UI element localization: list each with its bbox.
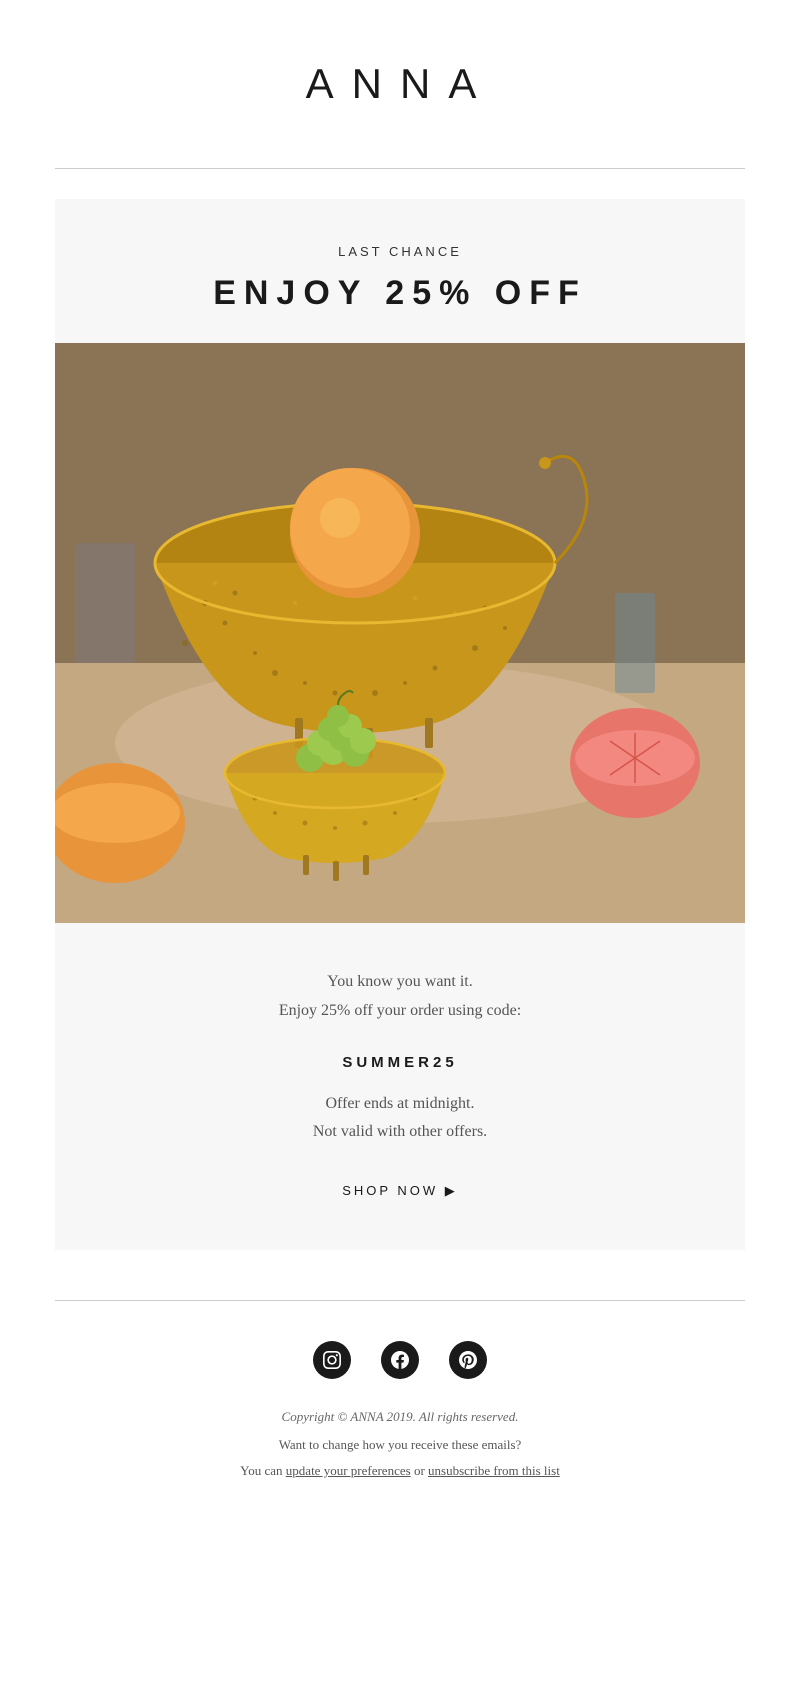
email-wrapper: ANNA LAST CHANCE ENJOY 25% OFF [0, 0, 800, 1529]
header: ANNA [0, 0, 800, 138]
logo: ANNA [40, 60, 760, 108]
promo-code: SUMMER25 [55, 1054, 745, 1072]
main-card: LAST CHANCE ENJOY 25% OFF [55, 199, 745, 1250]
pinterest-icon[interactable] [449, 1341, 487, 1379]
footer-manage-text: Want to change how you receive these ema… [40, 1437, 760, 1453]
offer-line2: Not valid with other offers. [115, 1118, 685, 1147]
footer-links-prefix: You can [240, 1463, 282, 1478]
body-text: You know you want it. Enjoy 25% off your… [55, 923, 745, 1036]
footer-links-connector: or [414, 1463, 428, 1478]
hero-image [55, 343, 745, 923]
footer-copyright: Copyright © ANNA 2019. All rights reserv… [40, 1409, 760, 1425]
offer-line1: Offer ends at midnight. [115, 1090, 685, 1119]
shop-now-link[interactable]: SHOP NOW ▶ [342, 1183, 458, 1198]
promo-code-value: SUMMER25 [342, 1054, 457, 1071]
offer-text: Offer ends at midnight. Not valid with o… [55, 1090, 745, 1148]
header-divider [55, 168, 745, 169]
social-icons [40, 1341, 760, 1379]
main-headline: ENJOY 25% OFF [55, 274, 745, 313]
footer-links: You can update your preferences or unsub… [40, 1463, 760, 1479]
body-line2: Enjoy 25% off your order using code: [115, 997, 685, 1026]
body-line1: You know you want it. [115, 968, 685, 997]
shop-now-button[interactable]: SHOP NOW ▶ [55, 1182, 745, 1200]
facebook-icon[interactable] [381, 1341, 419, 1379]
instagram-icon[interactable] [313, 1341, 351, 1379]
update-preferences-link[interactable]: update your preferences [286, 1463, 411, 1478]
badge-text: LAST CHANCE [55, 199, 745, 274]
unsubscribe-link[interactable]: unsubscribe from this list [428, 1463, 560, 1478]
footer: Copyright © ANNA 2019. All rights reserv… [0, 1301, 800, 1529]
